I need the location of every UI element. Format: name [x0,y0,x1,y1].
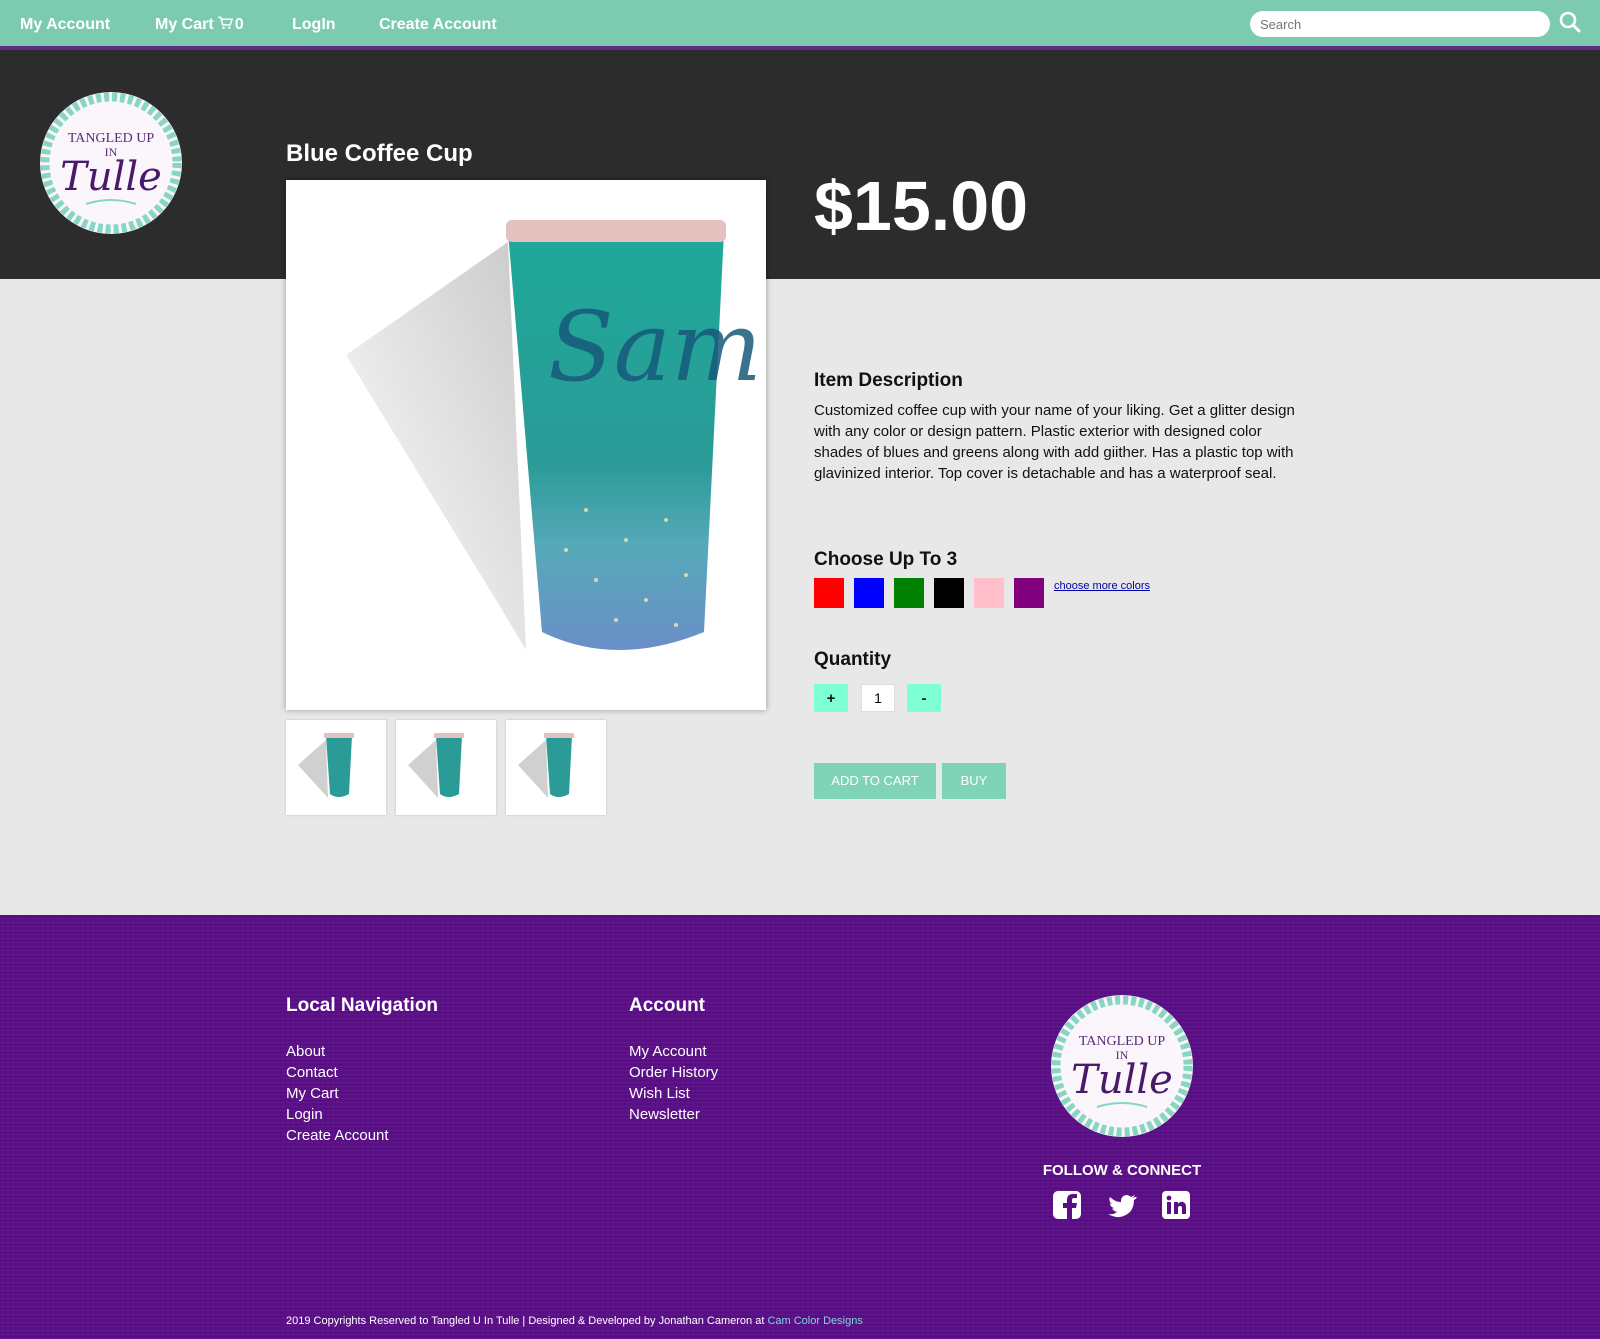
nav-my-account[interactable]: My Account [20,16,110,34]
copyright-text: 2019 Copyrights Reserved to Tangled U In… [286,1315,863,1327]
more-colors-link[interactable]: choose more colors [1054,580,1150,592]
hero-banner [0,50,1600,279]
cup-name-text: Sam [548,291,762,403]
footer-logo-line1: TANGLED UP [1079,1034,1166,1049]
color-swatch-red[interactable] [814,578,844,608]
quantity-minus-button[interactable]: - [907,684,941,712]
twitter-icon[interactable] [1107,1190,1137,1220]
footer-link-about[interactable]: About [286,1043,325,1060]
linkedin-icon[interactable] [1161,1190,1191,1220]
product-description: Customized coffee cup with your name of … [814,402,1295,482]
logo-graphic: TANGLED UP IN Tulle [40,92,182,234]
copyright-label: 2019 Copyrights Reserved to Tangled U In… [286,1315,765,1327]
credit-link[interactable]: Cam Color Designs [767,1315,862,1327]
footer-logo-line3: Tulle [1071,1057,1173,1103]
footer [0,915,1600,1339]
quantity-field[interactable]: 1 [861,684,895,712]
footer-link-login[interactable]: Login [286,1106,323,1123]
nav-my-cart[interactable]: My Cart 0 [155,16,244,34]
product-thumbnail[interactable] [396,720,496,815]
logo-line1: TANGLED UP [68,131,155,146]
logo-line3: Tulle [60,154,162,200]
product-thumbnail[interactable] [506,720,606,815]
footer-link-create-account[interactable]: Create Account [286,1127,389,1144]
color-swatch-pink[interactable] [974,578,1004,608]
footer-link-newsletter[interactable]: Newsletter [629,1106,700,1123]
product-price: $15.00 [814,167,1029,245]
color-swatch-blue[interactable] [854,578,884,608]
cart-count: 0 [234,16,244,33]
product-title: Blue Coffee Cup [286,140,473,167]
facebook-icon[interactable] [1052,1190,1082,1220]
follow-heading: FOLLOW & CONNECT [1042,1162,1202,1179]
buy-button[interactable]: BUY [942,763,1006,799]
colors-heading: Choose Up To 3 [814,549,958,570]
thumb-cup-image [408,733,464,798]
cup-image: Sam [346,220,762,650]
footer-link-my-account[interactable]: My Account [629,1043,707,1060]
footer-account-heading: Account [629,995,705,1016]
footer-link-my-cart[interactable]: My Cart [286,1085,339,1102]
search-box [1250,11,1550,37]
quantity-heading: Quantity [814,649,892,670]
search-input[interactable] [1250,11,1550,37]
product-thumbnail[interactable] [286,720,386,815]
thumb-cup-image [298,733,354,798]
product-main-image[interactable]: Sam [286,180,766,710]
search-icon[interactable] [1558,10,1582,34]
nav-my-cart-label: My Cart [155,16,214,33]
thumb-cup-image [518,733,574,798]
footer-link-wish-list[interactable]: Wish List [629,1085,690,1102]
footer-logo-graphic: TANGLED UP IN Tulle [1051,995,1193,1137]
color-swatch-green[interactable] [894,578,924,608]
top-nav: My Account My Cart 0 LogIn Create Account [0,0,1600,50]
nav-login[interactable]: LogIn [292,16,336,34]
cart-icon [217,16,233,29]
footer-local-heading: Local Navigation [286,995,439,1016]
nav-create-account[interactable]: Create Account [379,16,497,34]
description-heading: Item Description [814,370,963,391]
footer-logo[interactable]: TANGLED UP IN Tulle [1051,995,1193,1137]
footer-link-order-history[interactable]: Order History [629,1064,718,1081]
add-to-cart-button[interactable]: ADD TO CART [814,763,936,799]
site-logo[interactable]: TANGLED UP IN Tulle [40,92,182,234]
color-swatch-black[interactable] [934,578,964,608]
footer-link-contact[interactable]: Contact [286,1064,338,1081]
quantity-plus-button[interactable]: + [814,684,848,712]
color-swatch-purple[interactable] [1014,578,1044,608]
